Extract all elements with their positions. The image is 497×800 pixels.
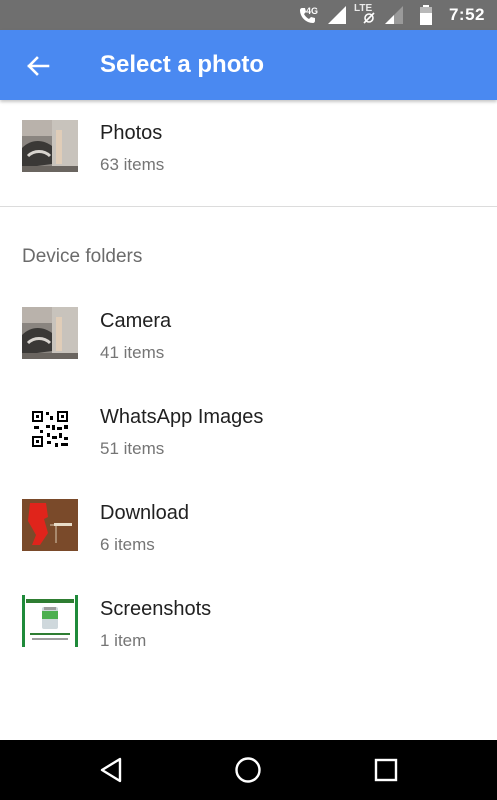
home-circle-icon[interactable] — [232, 754, 264, 786]
navigation-bar — [0, 740, 497, 800]
lte-label: LTE — [354, 3, 373, 14]
folder-download[interactable]: Download 6 items — [0, 489, 497, 581]
whatsapp-thumbnail — [22, 403, 78, 455]
network-type-label: 4G — [306, 6, 319, 16]
divider — [0, 206, 497, 207]
photos-thumbnail — [22, 120, 78, 172]
page-title: Select a photo — [100, 51, 265, 78]
folder-count: 1 item — [100, 631, 147, 650]
signal-weak-icon — [384, 0, 404, 30]
screenshots-thumbnail — [22, 595, 78, 647]
folder-count: 41 items — [100, 343, 165, 362]
data-off-icon: LTE — [354, 0, 382, 30]
call-4g-icon: 4G — [297, 0, 319, 30]
folder-name: Camera — [100, 310, 172, 332]
folder-name: Screenshots — [100, 598, 212, 620]
recents-square-icon[interactable] — [370, 754, 402, 786]
album-photos[interactable]: Photos 63 items — [0, 110, 497, 202]
folder-screenshots[interactable]: Screenshots 1 item — [0, 585, 497, 677]
back-triangle-icon[interactable] — [95, 754, 127, 786]
folder-camera[interactable]: Camera 41 items — [0, 297, 497, 389]
arrow-left-icon[interactable] — [22, 50, 54, 82]
folder-name: WhatsApp Images — [100, 406, 264, 428]
folder-count: 51 items — [100, 439, 165, 458]
folder-whatsapp-images[interactable]: WhatsApp Images 51 items — [0, 393, 497, 485]
album-count: 63 items — [100, 155, 165, 174]
camera-thumbnail — [22, 307, 78, 359]
section-header-device-folders: Device folders — [22, 246, 143, 267]
album-name: Photos — [100, 122, 163, 144]
battery-icon — [419, 0, 433, 30]
signal-icon — [327, 0, 347, 30]
clock: 7:52 — [448, 5, 485, 24]
folder-name: Download — [100, 502, 189, 524]
download-thumbnail — [22, 499, 78, 551]
folder-count: 6 items — [100, 535, 155, 554]
status-bar: 4G LTE 7:52 — [0, 0, 497, 30]
app-bar: Select a photo — [0, 30, 497, 100]
